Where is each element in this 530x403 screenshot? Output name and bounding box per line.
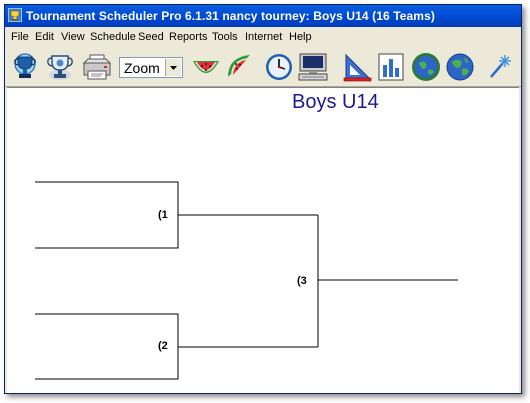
chevron-down-icon[interactable] <box>165 59 181 76</box>
watermelon-slice-icon[interactable] <box>224 51 256 83</box>
menu-bar: File Edit View Schedule Seed Reports Too… <box>5 28 521 47</box>
watermelon-icon[interactable] <box>190 51 222 83</box>
globe-gear-icon[interactable] <box>410 51 442 83</box>
menu-reports[interactable]: Reports <box>169 31 208 43</box>
zoom-dropdown[interactable]: Zoom <box>119 57 183 78</box>
computer-icon[interactable] <box>297 51 329 83</box>
menu-seed[interactable]: Seed <box>138 31 164 43</box>
app-icon[interactable] <box>7 7 23 23</box>
menu-tools[interactable]: Tools <box>212 31 238 43</box>
bar-chart-icon[interactable] <box>375 51 407 83</box>
drafting-triangle-icon[interactable] <box>341 51 373 83</box>
window-title: Tournament Scheduler Pro 6.1.31 nancy to… <box>26 9 435 23</box>
app-window: Tournament Scheduler Pro 6.1.31 nancy to… <box>4 4 522 394</box>
toolbar: Zoom <box>5 48 521 87</box>
printer-icon[interactable] <box>81 51 113 83</box>
trophy-icon[interactable] <box>9 51 41 83</box>
bracket-lines <box>35 181 458 380</box>
clock-icon[interactable] <box>263 51 295 83</box>
match-label-1[interactable]: (1 <box>158 209 168 221</box>
bracket-match-2-lines <box>35 313 179 380</box>
menu-internet[interactable]: Internet <box>245 31 282 43</box>
menu-view[interactable]: View <box>61 31 85 43</box>
zoom-value: Zoom <box>124 60 160 76</box>
menu-edit[interactable]: Edit <box>35 31 54 43</box>
globe-icon[interactable] <box>444 51 476 83</box>
match-label-2[interactable]: (2 <box>158 340 168 352</box>
menu-help[interactable]: Help <box>289 31 312 43</box>
bracket-canvas[interactable]: Boys U14 (1 (2 (3 <box>7 87 519 393</box>
menu-file[interactable]: File <box>11 31 29 43</box>
trophy-outline-icon[interactable] <box>44 51 76 83</box>
title-bar[interactable]: Tournament Scheduler Pro 6.1.31 nancy to… <box>5 5 521 27</box>
match-label-3[interactable]: (3 <box>297 275 307 287</box>
menu-schedule[interactable]: Schedule <box>90 31 136 43</box>
bracket-match-1-lines <box>35 181 179 249</box>
wand-sparkle-icon[interactable] <box>483 51 515 83</box>
